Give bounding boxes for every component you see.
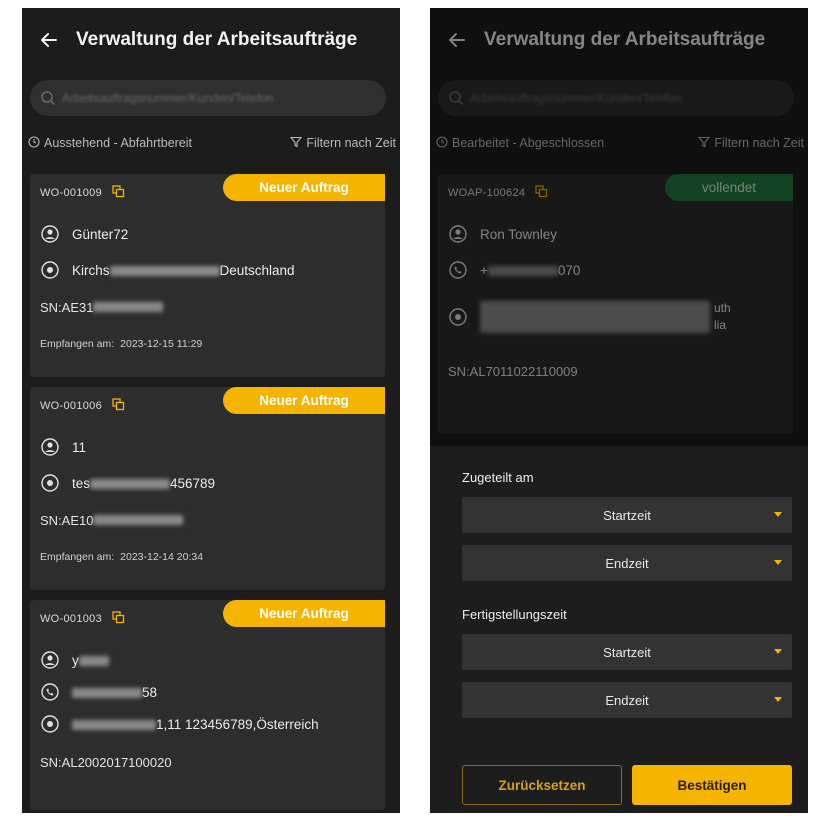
customer-name: y: [72, 653, 109, 668]
time-filter-label: Filtern nach Zeit: [306, 136, 396, 150]
location-icon: [40, 473, 60, 493]
completed-end-select[interactable]: Endzeit: [462, 682, 792, 718]
address-text: 1,11 123456789,Österreich: [72, 717, 319, 732]
phone-number: 58: [72, 685, 157, 700]
status-filter-label: Ausstehend - Abfahrtbereit: [44, 136, 193, 150]
completed-end-label: Endzeit: [605, 692, 649, 708]
overlay-backdrop[interactable]: [430, 8, 808, 446]
sheet-actions: Zurücksetzen Bestätigen: [462, 765, 792, 805]
customer-name: Günter72: [72, 226, 129, 242]
page-title: Verwaltung der Arbeitsaufträge: [76, 29, 358, 50]
received-label: Empfangen am:: [40, 551, 115, 563]
filter-bar: Ausstehend - Abfahrtbereit Filtern nach …: [22, 132, 400, 154]
received-row: Empfangen am: 2023-12-14 20:34: [40, 539, 385, 575]
location-icon: [40, 714, 60, 734]
customer-row: Günter72: [40, 216, 385, 252]
customer-row: 11: [40, 429, 385, 465]
filter-sheet-screen: Verwaltung der Arbeitsaufträge Bearbeite…: [430, 8, 808, 813]
received-row: Empfangen am: 2023-12-15 11:29: [40, 326, 385, 362]
completed-label: Fertigstellungszeit: [462, 607, 567, 622]
received-label: Empfangen am:: [40, 338, 115, 350]
funnel-icon: [290, 136, 303, 151]
search-icon: [40, 90, 56, 106]
address-text: tes 456789: [72, 475, 216, 491]
assigned-start-select[interactable]: Startzeit: [462, 497, 792, 533]
address-row: tes 456789: [40, 465, 385, 501]
customer-name: 11: [72, 439, 87, 455]
serial-number: SN:AL2002017100020: [40, 754, 172, 770]
back-arrow-icon[interactable]: [36, 27, 62, 53]
assigned-start-label: Startzeit: [603, 507, 651, 523]
work-order-id: WO-001003: [40, 613, 103, 625]
time-filter[interactable]: Filtern nach Zeit: [290, 136, 396, 151]
caret-down-icon: [774, 649, 782, 654]
caret-down-icon: [774, 512, 782, 517]
serial-number: SN:AE10: [40, 501, 385, 539]
header: Verwaltung der Arbeitsaufträge: [22, 8, 400, 72]
user-icon: [40, 650, 60, 670]
user-icon: [40, 437, 60, 457]
assigned-label: Zugeteilt am: [462, 470, 534, 485]
assigned-end-label: Endzeit: [605, 555, 649, 571]
caret-down-icon: [774, 560, 782, 565]
customer-row: y: [40, 644, 385, 676]
status-badge: Neuer Auftrag: [223, 174, 385, 201]
confirm-button[interactable]: Bestätigen: [632, 765, 792, 805]
user-icon: [40, 224, 60, 244]
completed-start-label: Startzeit: [603, 644, 651, 660]
work-order-card[interactable]: Neuer Auftrag WO-001006 11 tes 456789 SN:…: [30, 387, 385, 590]
received-time: 2023-12-14 20:34: [120, 551, 204, 563]
address-text: Kirchs Deutschland: [72, 262, 295, 278]
address-row: Kirchs Deutschland: [40, 252, 385, 288]
reset-button[interactable]: Zurücksetzen: [462, 765, 622, 805]
clock-icon: [28, 135, 40, 151]
phone-icon: [40, 682, 60, 702]
location-icon: [40, 260, 60, 280]
work-order-card[interactable]: Neuer Auftrag WO-001009 Günter72 Kirchs D…: [30, 174, 385, 377]
work-order-id: WO-001006: [40, 400, 103, 412]
completed-start-select[interactable]: Startzeit: [462, 634, 792, 670]
time-filter-sheet: Zugeteilt am Startzeit Endzeit Fertigste…: [430, 446, 808, 813]
work-order-card[interactable]: Neuer Auftrag WO-001003 y 58 1,11 123456…: [30, 600, 385, 810]
assigned-end-select[interactable]: Endzeit: [462, 545, 792, 581]
search-input[interactable]: [62, 91, 376, 105]
received-time: 2023-12-15 11:29: [120, 338, 203, 350]
caret-down-icon: [774, 697, 782, 702]
phone-row: 58: [40, 676, 385, 708]
status-badge: Neuer Auftrag: [223, 387, 385, 414]
address-row: 1,11 123456789,Österreich: [40, 708, 385, 740]
status-filter[interactable]: Ausstehend - Abfahrtbereit: [28, 135, 193, 151]
copy-icon[interactable]: [112, 611, 125, 627]
status-badge: Neuer Auftrag: [223, 600, 385, 627]
work-order-list-screen: Verwaltung der Arbeitsaufträge Ausstehen…: [22, 8, 400, 813]
copy-icon[interactable]: [112, 398, 125, 414]
search-bar[interactable]: [30, 80, 386, 116]
serial-number: SN:AE31: [40, 288, 385, 326]
work-order-id: WO-001009: [40, 187, 103, 199]
copy-icon[interactable]: [112, 185, 125, 201]
